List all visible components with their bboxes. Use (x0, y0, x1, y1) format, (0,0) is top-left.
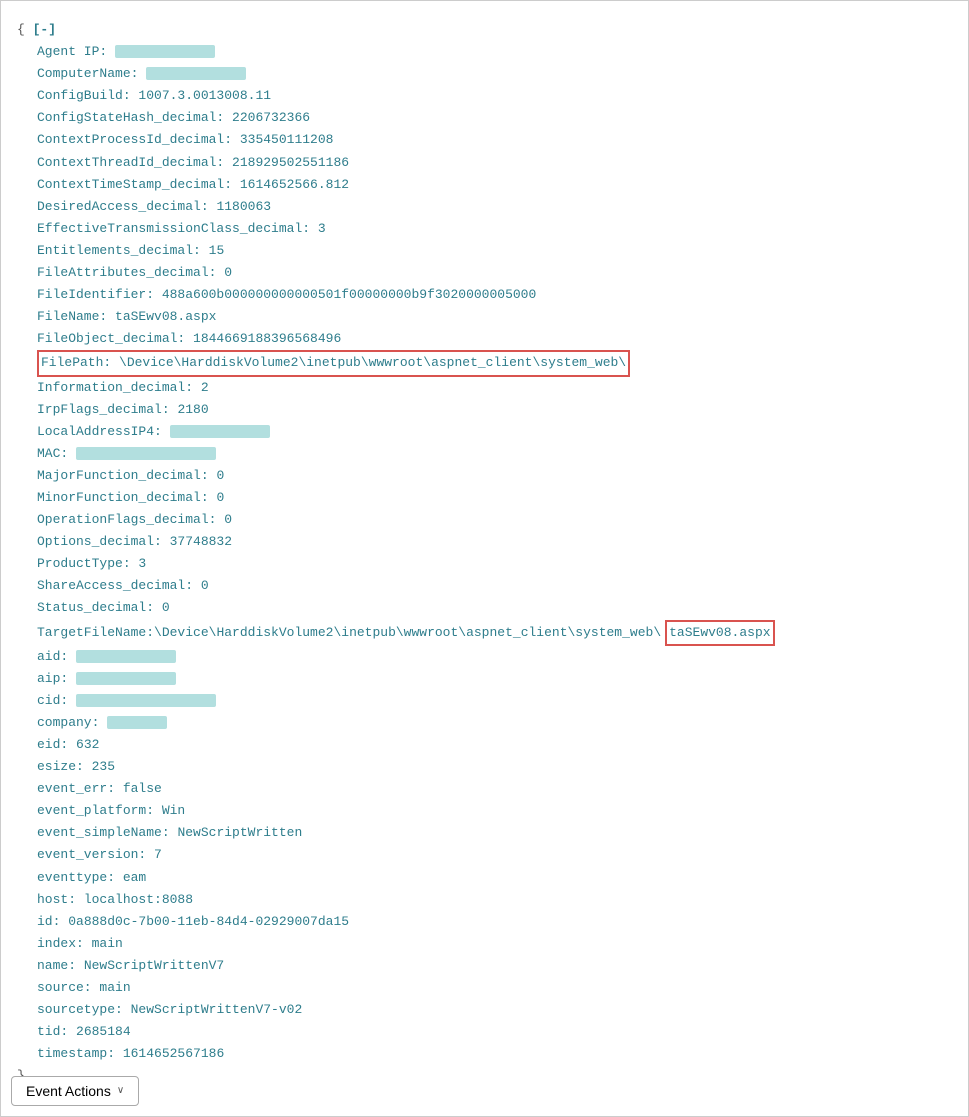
field-tid: tid: 2685184 (37, 1021, 952, 1043)
field-desiredaccess: DesiredAccess_decimal: 1180063 (37, 196, 952, 218)
field-fileidentifier: FileIdentifier: 488a600b000000000000501f… (37, 284, 952, 306)
redacted-localip (170, 425, 270, 438)
json-block: { [-] Agent IP: ComputerName: ConfigBuil… (1, 11, 968, 1096)
field-fileobject: FileObject_decimal: 1844669188396568496 (37, 328, 952, 350)
field-information: Information_decimal: 2 (37, 377, 952, 399)
field-host: host: localhost:8088 (37, 889, 952, 911)
field-configbuild: ConfigBuild: 1007.3.0013008.11 (37, 85, 952, 107)
field-eventtype: eventtype: eam (37, 867, 952, 889)
field-mac: MAC: (37, 443, 952, 465)
field-irpflags: IrpFlags_decimal: 2180 (37, 399, 952, 421)
field-timestamp: timestamp: 1614652567186 (37, 1043, 952, 1065)
field-operationflags: OperationFlags_decimal: 0 (37, 509, 952, 531)
redacted-agent-ip (115, 45, 215, 58)
field-contextprocessid: ContextProcessId_decimal: 335450111208 (37, 129, 952, 151)
field-event-simplename: event_simpleName: NewScriptWritten (37, 822, 952, 844)
redacted-aid (76, 650, 176, 663)
field-options: Options_decimal: 37748832 (37, 531, 952, 553)
field-name: name: NewScriptWrittenV7 (37, 955, 952, 977)
redacted-computername (146, 67, 246, 80)
field-localaddressip4: LocalAddressIP4: (37, 421, 952, 443)
open-brace: { (17, 22, 25, 37)
redacted-aip (76, 672, 176, 685)
event-actions-button[interactable]: Event Actions ∨ (11, 1076, 139, 1106)
redacted-cid (76, 694, 216, 707)
redacted-company (107, 716, 167, 729)
field-contexttimestamp: ContextTimeStamp_decimal: 1614652566.812 (37, 174, 952, 196)
field-cid: cid: (37, 690, 952, 712)
field-event-err: event_err: false (37, 778, 952, 800)
field-index: index: main (37, 933, 952, 955)
field-shareaccess: ShareAccess_decimal: 0 (37, 575, 952, 597)
field-sourcetype: sourcetype: NewScriptWrittenV7-v02 (37, 999, 952, 1021)
field-computername: ComputerName: (37, 63, 952, 85)
field-company: company: (37, 712, 952, 734)
filepath-highlight: FilePath: \Device\HarddiskVolume2\inetpu… (37, 350, 630, 376)
field-minorfunction: MinorFunction_decimal: 0 (37, 487, 952, 509)
field-contextthreadid: ContextThreadId_decimal: 218929502551186 (37, 152, 952, 174)
field-source: source: main (37, 977, 952, 999)
field-entitlements: Entitlements_decimal: 15 (37, 240, 952, 262)
field-aid: aid: (37, 646, 952, 668)
json-header-line: { [-] (17, 19, 952, 41)
chevron-down-icon: ∨ (117, 1085, 124, 1096)
field-effectivetransmission: EffectiveTransmissionClass_decimal: 3 (37, 218, 952, 240)
main-container: { [-] Agent IP: ComputerName: ConfigBuil… (0, 0, 969, 1117)
bottom-bar: Event Actions ∨ (11, 1076, 139, 1106)
field-targetfilename: TargetFileName: \Device\HarddiskVolume2\… (37, 620, 952, 646)
field-filepath: FilePath: \Device\HarddiskVolume2\inetpu… (37, 350, 952, 376)
targetfilename-highlight-tag: taSEwv08.aspx (665, 620, 774, 646)
field-agent-ip: Agent IP: (37, 41, 952, 63)
field-producttype: ProductType: 3 (37, 553, 952, 575)
field-aip: aip: (37, 668, 952, 690)
field-eid: eid: 632 (37, 734, 952, 756)
collapse-bracket[interactable]: [-] (33, 22, 56, 37)
field-configstatehash: ConfigStateHash_decimal: 2206732366 (37, 107, 952, 129)
event-actions-label: Event Actions (26, 1083, 111, 1099)
field-fileattributes: FileAttributes_decimal: 0 (37, 262, 952, 284)
json-close-brace: } (17, 1065, 952, 1087)
field-esize: esize: 235 (37, 756, 952, 778)
field-id: id: 0a888d0c-7b00-11eb-84d4-02929007da15 (37, 911, 952, 933)
field-majorfunction: MajorFunction_decimal: 0 (37, 465, 952, 487)
redacted-mac (76, 447, 216, 460)
field-status: Status_decimal: 0 (37, 597, 952, 619)
field-filename: FileName: taSEwv08.aspx (37, 306, 952, 328)
json-fields: Agent IP: ComputerName: ConfigBuild: 100… (17, 41, 952, 1065)
field-event-platform: event_platform: Win (37, 800, 952, 822)
field-event-version: event_version: 7 (37, 844, 952, 866)
